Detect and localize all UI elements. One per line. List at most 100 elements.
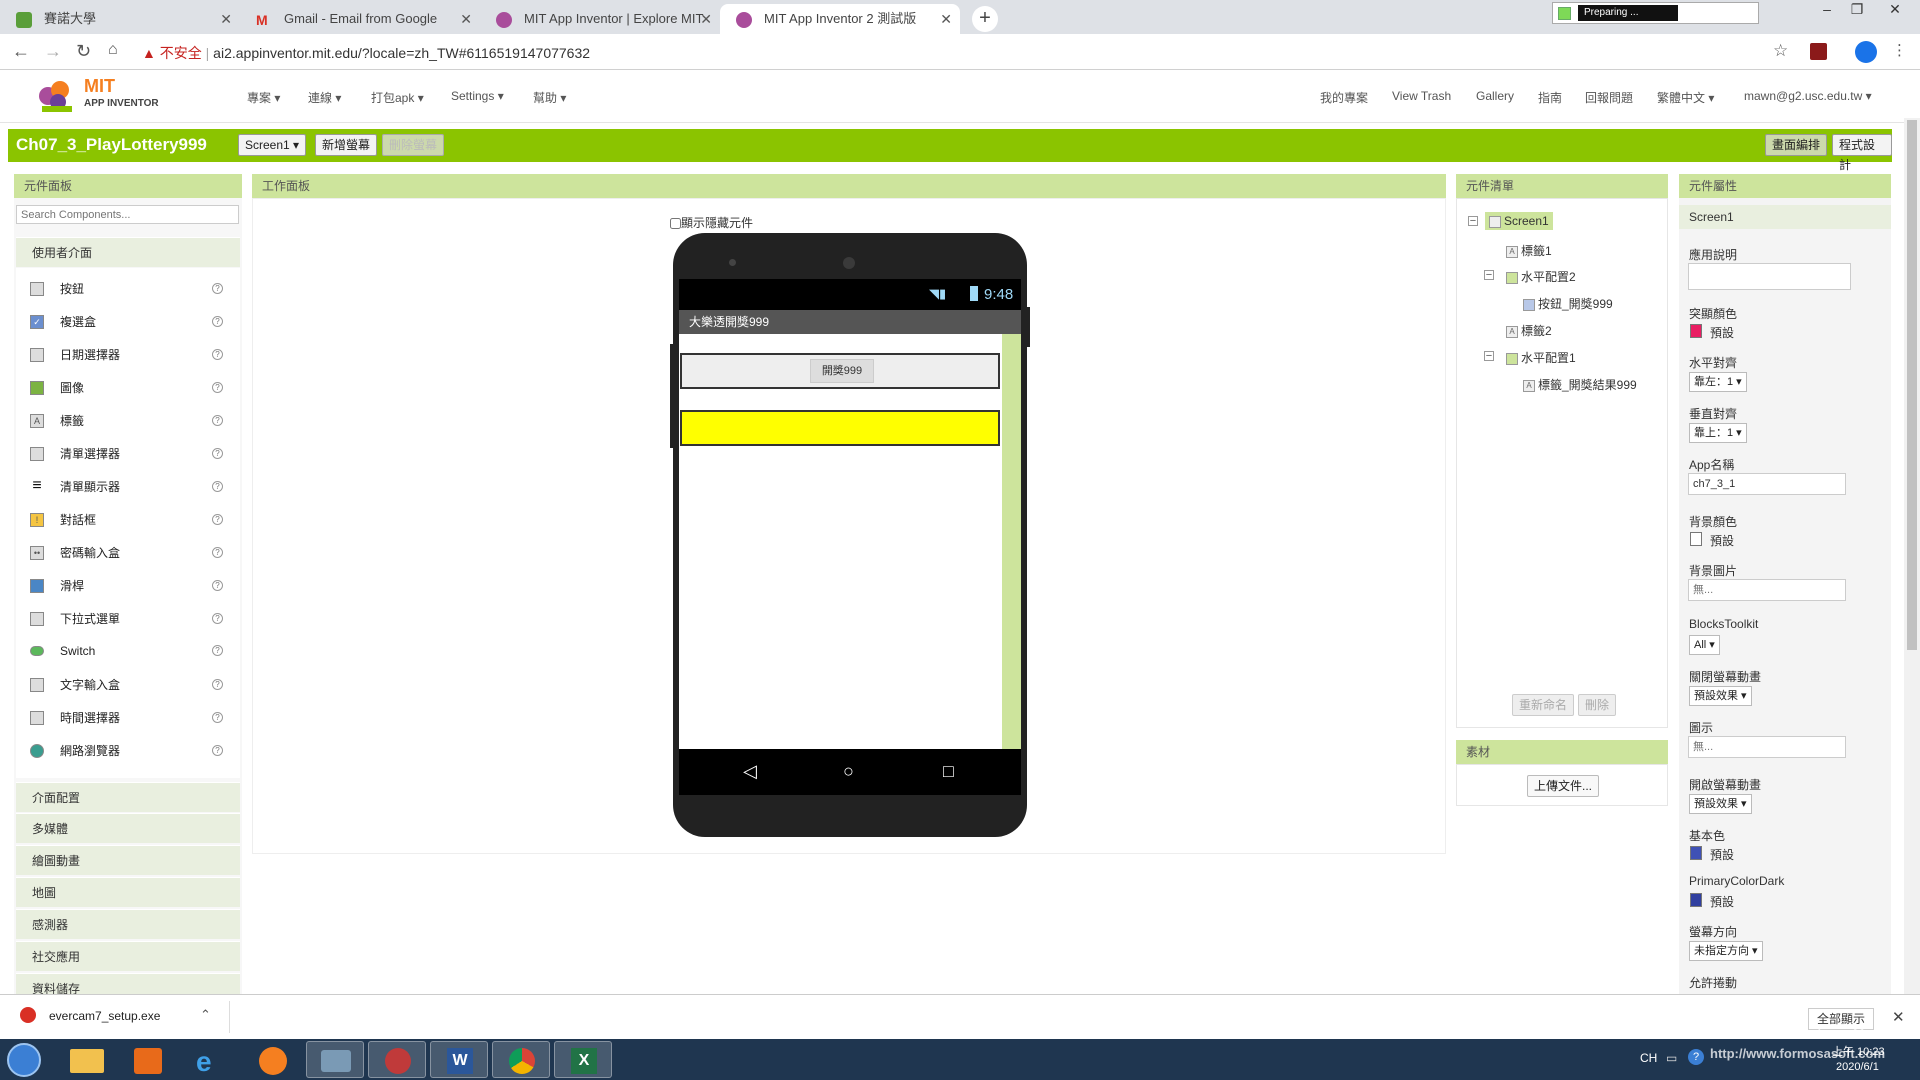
help-icon[interactable]: ? <box>212 712 223 723</box>
palette-category-social[interactable]: 社交應用 <box>16 941 240 971</box>
primary-color-value[interactable]: 預設 <box>1710 846 1734 863</box>
primary-dark-color-swatch[interactable] <box>1690 893 1702 907</box>
tree-node-label2[interactable]: A 標籤2 <box>1506 322 1552 339</box>
help-icon[interactable]: ? <box>212 679 223 690</box>
menu-settings[interactable]: Settings ▾ <box>451 89 504 103</box>
taskbar-ie-icon[interactable]: e <box>182 1041 240 1078</box>
horizontal-align-select[interactable]: 靠左：1 ▾ <box>1689 372 1747 392</box>
close-animation-select[interactable]: 預設效果 ▾ <box>1689 686 1752 706</box>
browser-tab[interactable]: 賽諾大學 ✕ <box>0 4 240 34</box>
menu-help[interactable]: 幫助 ▾ <box>533 89 566 106</box>
address-bar[interactable]: ▲ 不安全 | ai2.appinventor.mit.edu/?locale=… <box>142 40 1787 66</box>
link-my-projects[interactable]: 我的專案 <box>1320 89 1368 106</box>
close-tab-icon[interactable]: ✕ <box>220 4 232 34</box>
tree-node-horizontal-arrangement-1[interactable]: 水平配置1 <box>1506 349 1576 366</box>
blocks-button[interactable]: 程式設計 <box>1832 134 1892 172</box>
palette-item-time-picker[interactable]: 時間選擇器? <box>16 703 236 733</box>
scrollbar-thumb[interactable] <box>1907 120 1917 650</box>
taskbar-evercam-icon[interactable] <box>368 1041 426 1078</box>
background-color-value[interactable]: 預設 <box>1710 532 1734 549</box>
taskbar-app-icon[interactable] <box>306 1041 364 1078</box>
palette-item-textbox[interactable]: 文字輸入盒? <box>16 670 236 700</box>
screen-select[interactable]: Screen1 ▾ <box>238 134 307 156</box>
forward-icon[interactable]: → <box>44 41 62 62</box>
app-inventor-logo-icon[interactable] <box>36 76 80 116</box>
help-icon[interactable]: ? <box>212 415 223 426</box>
taskbar-word-icon[interactable]: W <box>430 1041 488 1078</box>
restore-window-icon[interactable]: ❐ <box>1842 0 1872 20</box>
link-view-trash[interactable]: View Trash <box>1392 89 1451 103</box>
vertical-align-select[interactable]: 靠上：1 ▾ <box>1689 423 1747 443</box>
upload-file-button[interactable]: 上傳文件... <box>1527 775 1600 797</box>
taskbar-firefox-icon[interactable] <box>244 1041 302 1078</box>
palette-item-spinner[interactable]: 下拉式選單? <box>16 604 236 634</box>
palette-item-switch[interactable]: Switch? <box>16 636 236 666</box>
palette-item-list-picker[interactable]: 清單選擇器? <box>16 439 236 469</box>
palette-category-layout[interactable]: 介面配置 <box>16 782 240 812</box>
taskbar-excel-icon[interactable]: X <box>554 1041 612 1078</box>
help-icon[interactable]: ? <box>212 283 223 294</box>
primary-dark-color-value[interactable]: 預設 <box>1710 893 1734 910</box>
menu-account[interactable]: mawn@g2.usc.edu.tw ▾ <box>1744 89 1872 103</box>
download-file-name[interactable]: evercam7_setup.exe <box>49 1009 160 1023</box>
rename-button[interactable]: 重新命名 <box>1512 694 1575 716</box>
help-icon[interactable]: ? <box>212 645 223 656</box>
close-tab-icon[interactable]: ✕ <box>940 4 952 34</box>
tree-node-label1[interactable]: A 標籤1 <box>1506 242 1552 259</box>
hidden-components-toggle[interactable]: 顯示隱藏元件 <box>670 214 753 231</box>
help-icon[interactable]: ? <box>212 514 223 525</box>
home-icon[interactable]: ⌂ <box>108 41 118 59</box>
browser-tab[interactable]: MIT App Inventor | Explore MIT ✕ <box>480 4 720 34</box>
palette-category-media[interactable]: 多媒體 <box>16 813 240 843</box>
browser-tab[interactable]: M Gmail - Email from Google ✕ <box>240 4 480 34</box>
icon-picker[interactable]: 無... <box>1688 736 1846 758</box>
palette-item-slider[interactable]: 滑桿? <box>16 571 236 601</box>
accent-color-swatch[interactable] <box>1690 324 1702 338</box>
minimize-window-icon[interactable]: – <box>1812 0 1842 20</box>
palette-section-user-interface[interactable]: 使用者介面 <box>16 237 240 267</box>
tree-node-horizontal-arrangement-2[interactable]: 水平配置2 <box>1506 268 1576 285</box>
collapse-toggle-icon[interactable]: − <box>1484 351 1494 362</box>
blocks-toolkit-select[interactable]: All ▾ <box>1689 635 1720 655</box>
menu-build[interactable]: 打包apk ▾ <box>371 89 424 106</box>
browser-tab-active[interactable]: MIT App Inventor 2 測試版 ✕ <box>720 4 960 34</box>
keyboard-icon[interactable]: ▭ <box>1666 1051 1677 1065</box>
start-button-icon[interactable] <box>7 1043 41 1077</box>
link-guide[interactable]: 指南 <box>1538 89 1562 106</box>
palette-item-list-view[interactable]: ≡ 清單顯示器? <box>16 472 236 502</box>
close-tab-icon[interactable]: ✕ <box>700 4 712 34</box>
app-name-input[interactable] <box>1688 473 1846 495</box>
menu-projects[interactable]: 專案 ▾ <box>247 89 280 106</box>
taskbar-media-player-icon[interactable] <box>120 1041 178 1078</box>
palette-category-storage[interactable]: 資料儲存 <box>16 973 240 994</box>
background-color-swatch[interactable] <box>1690 532 1702 546</box>
palette-item-password[interactable]: •• 密碼輸入盒? <box>16 538 236 568</box>
draw-lottery-button[interactable]: 開獎999 <box>810 359 874 383</box>
menu-connect[interactable]: 連線 ▾ <box>308 89 341 106</box>
open-animation-select[interactable]: 預設效果 ▾ <box>1689 794 1752 814</box>
link-gallery[interactable]: Gallery <box>1476 89 1514 103</box>
palette-category-maps[interactable]: 地圖 <box>16 877 240 907</box>
palette-item-checkbox[interactable]: ✓ 複選盒? <box>16 307 236 337</box>
background-image-picker[interactable]: 無... <box>1688 579 1846 601</box>
palette-item-label[interactable]: A 標籤? <box>16 406 236 436</box>
help-icon[interactable]: ? <box>212 745 223 756</box>
designer-button[interactable]: 畫面編排 <box>1765 134 1828 156</box>
horizontal-arrangement-2[interactable]: 開獎999 <box>680 353 1000 389</box>
remove-screen-button[interactable]: 刪除螢幕 <box>382 134 445 156</box>
delete-button[interactable]: 刪除 <box>1578 694 1617 716</box>
about-textarea[interactable] <box>1688 263 1851 290</box>
help-icon[interactable]: ? <box>212 316 223 327</box>
tree-node-result-label[interactable]: A 標籤_開獎結果999 <box>1523 376 1637 393</box>
taskbar-explorer-icon[interactable] <box>58 1041 116 1078</box>
download-options-icon[interactable]: ⌃ <box>200 1007 211 1023</box>
more-menu-icon[interactable]: ⋮ <box>1892 41 1907 59</box>
search-components-input[interactable] <box>16 205 239 224</box>
help-icon[interactable]: ? <box>212 613 223 624</box>
palette-category-drawing[interactable]: 繪圖動畫 <box>16 845 240 875</box>
palette-category-sensors[interactable]: 感測器 <box>16 909 240 939</box>
help-icon[interactable]: ? <box>212 349 223 360</box>
link-report-issue[interactable]: 回報問題 <box>1585 89 1633 106</box>
reload-icon[interactable]: ↻ <box>76 41 91 62</box>
tree-node-screen1[interactable]: Screen1 <box>1485 212 1553 230</box>
